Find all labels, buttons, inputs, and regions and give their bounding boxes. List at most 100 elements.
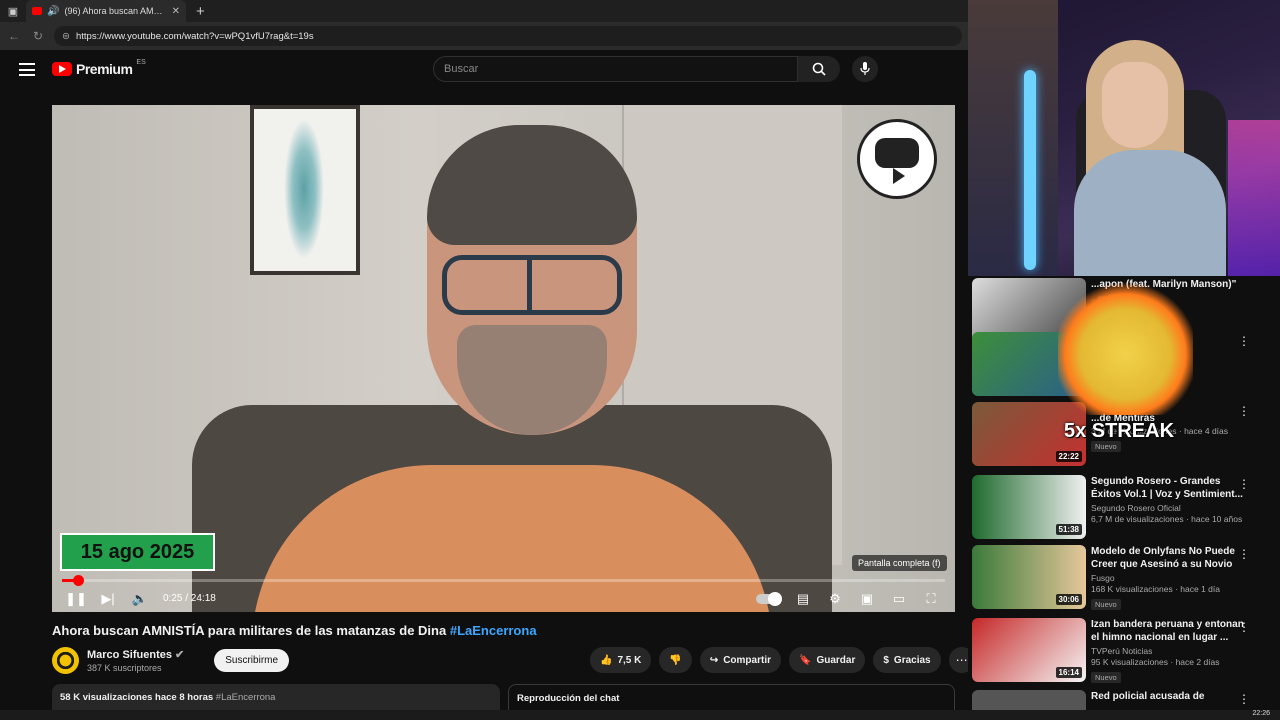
thumbs-down-icon: 👎 — [669, 654, 682, 666]
dislike-button[interactable]: 👎 — [659, 647, 692, 673]
channel-watermark-robot-icon[interactable] — [857, 119, 937, 199]
related-title: Modelo de Onlyfans No Puede Creer que As… — [1091, 546, 1235, 570]
views-time: 58 K visualizaciones hace 8 horas — [60, 692, 214, 703]
close-tab-icon[interactable]: ✕ — [172, 6, 180, 17]
related-meta: 95 K visualizaciones · hace 2 días — [1091, 657, 1220, 667]
related-meta: 168 K visualizaciones · hace 1 día — [1091, 584, 1220, 594]
more-options-icon[interactable]: ⋮ — [1238, 477, 1250, 491]
browser-tab-active[interactable]: 🔊 (96) Ahora buscan AMNISTÍA ✕ — [26, 0, 186, 22]
related-video[interactable]: 51:38 Segundo Rosero - Grandes Éxitos Vo… — [972, 475, 1272, 541]
video-thumbnail[interactable]: 30:06 — [972, 545, 1086, 609]
fullscreen-icon[interactable]: ⛶ — [922, 591, 940, 607]
reload-icon[interactable]: ↻ — [30, 29, 46, 43]
browser-tabbar: ▣ 🔊 (96) Ahora buscan AMNISTÍA ✕ + — [0, 0, 968, 22]
date-overlay: 15 ago 2025 — [60, 533, 215, 571]
rgb-lights — [1228, 120, 1280, 276]
window-menu-icon[interactable]: ▣ — [0, 0, 26, 22]
video-title-hashtag[interactable]: #LaEncerrona — [450, 623, 537, 638]
like-button[interactable]: 👍 7,5 K — [590, 647, 652, 673]
channel-owner: Marco Sifuentes ✔ 387 K suscriptores Sus… — [52, 646, 290, 674]
address-bar-row: ← ↻ ⊜ https://www.youtube.com/watch?v=wP… — [0, 22, 968, 50]
progress-bar[interactable] — [62, 575, 945, 586]
thumbs-up-icon: 👍 — [600, 654, 613, 666]
theater-mode-icon[interactable]: ▭ — [890, 591, 908, 607]
streamer-shirt — [1074, 150, 1226, 276]
duration-badge: 51:38 — [1055, 524, 1082, 535]
search-input[interactable]: Buscar — [433, 56, 798, 82]
video-thumbnail[interactable]: 16:14 — [972, 618, 1086, 682]
thanks-button[interactable]: $ Gracias — [873, 647, 941, 673]
new-tab-button[interactable]: + — [186, 3, 215, 20]
description-hashtag[interactable]: #LaEncerrona — [216, 692, 276, 703]
url-field[interactable]: ⊜ https://www.youtube.com/watch?v=wPQ1vf… — [54, 26, 962, 46]
back-icon[interactable]: ← — [6, 29, 22, 43]
new-badge: Nuevo — [1091, 599, 1121, 610]
search-button[interactable] — [798, 56, 840, 82]
microphone-icon — [860, 62, 870, 75]
background-shelf — [968, 0, 1058, 276]
tab-title: (96) Ahora buscan AMNISTÍA — [64, 6, 166, 16]
video-player[interactable]: 15 ago 2025 Pantalla completa (f) ❚❚ ▶| … — [52, 105, 955, 612]
neon-light — [1024, 70, 1036, 270]
more-options-icon[interactable]: ⋮ — [1238, 620, 1250, 634]
video-title: Ahora buscan AMNISTÍA para militares de … — [52, 623, 537, 638]
next-icon[interactable]: ▶| — [99, 591, 117, 607]
channel-avatar[interactable] — [52, 646, 79, 674]
youtube-logo[interactable]: Premium ES — [52, 59, 146, 77]
volume-icon[interactable]: 🔈 — [131, 591, 149, 607]
related-channel: Fusgo — [1091, 573, 1115, 583]
related-title: Red policial acusada de — [1091, 691, 1205, 702]
speaker-icon[interactable]: 🔊 — [47, 6, 59, 17]
video-actions: 👍 7,5 K 👎 ↪ Compartir 🔖 Guardar $ Gracias ⋯ — [590, 647, 975, 673]
youtube-header: Premium ES Buscar — [0, 50, 968, 90]
related-video[interactable]: 16:14 Izan bandera peruana y entonan el … — [972, 618, 1272, 684]
duration-badge: 16:14 — [1055, 667, 1082, 678]
logo-text: Premium — [76, 61, 133, 77]
more-options-icon[interactable]: ⋮ — [1238, 547, 1250, 561]
url-text: https://www.youtube.com/watch?v=wPQ1vfU7… — [75, 30, 314, 42]
more-options-icon[interactable]: ⋮ — [1238, 404, 1250, 418]
wall-painting — [250, 105, 360, 275]
related-title: Segundo Rosero - Grandes Éxitos Vol.1 | … — [1091, 476, 1243, 500]
streak-text: 5x STREAK — [1064, 420, 1175, 442]
settings-gear-icon[interactable]: ⚙ — [826, 591, 844, 607]
fire-dog-icon — [1058, 280, 1193, 415]
site-info-icon[interactable]: ⊜ — [62, 31, 70, 42]
streak-overlay: 5x STREAK — [1058, 280, 1193, 442]
related-title: Izan bandera peruana y entonan el himno … — [1091, 619, 1244, 643]
pause-icon[interactable]: ❚❚ — [65, 591, 87, 607]
channel-name[interactable]: Marco Sifuentes ✔ — [87, 648, 184, 661]
video-thumbnail[interactable] — [972, 690, 1086, 710]
thanks-icon: $ — [883, 654, 889, 666]
description-box[interactable]: 58 K visualizaciones hace 8 horas #LaEnc… — [52, 684, 500, 710]
duration-badge: 30:06 — [1055, 594, 1082, 605]
video-title-text: Ahora buscan AMNISTÍA para militares de … — [52, 623, 447, 638]
more-options-icon[interactable]: ⋮ — [1238, 334, 1250, 348]
related-video[interactable]: 30:06 Modelo de Onlyfans No Puede Creer … — [972, 545, 1272, 611]
share-icon: ↪ — [709, 654, 719, 666]
related-channel: TVPerú Noticias — [1091, 646, 1153, 656]
youtube-play-icon — [52, 62, 72, 76]
more-options-icon[interactable]: ⋮ — [1238, 692, 1250, 706]
subtitles-icon[interactable]: ▤ — [794, 591, 812, 607]
subscribe-button[interactable]: Suscribirme — [214, 648, 290, 672]
voice-search-button[interactable] — [852, 56, 878, 82]
presenter-hair — [427, 125, 637, 245]
presenter-glasses — [442, 255, 622, 315]
video-thumbnail[interactable]: 51:38 — [972, 475, 1086, 539]
menu-icon[interactable] — [19, 63, 35, 76]
player-controls: ❚❚ ▶| 🔈 0:25 / 24:18 ▤ ⚙ ▣ ▭ ⛶ — [52, 585, 955, 612]
streamer-webcam — [968, 0, 1280, 276]
miniplayer-icon[interactable]: ▣ — [858, 591, 876, 607]
duration-badge: 22:22 — [1055, 451, 1082, 462]
related-video[interactable]: Red policial acusada de ⋮ — [972, 690, 1272, 710]
fullscreen-tooltip: Pantalla completa (f) — [852, 555, 947, 571]
autoplay-toggle[interactable] — [756, 591, 782, 606]
subscriber-count: 387 K suscriptores — [87, 662, 162, 673]
related-meta: 6,7 M de visualizaciones · hace 10 años — [1091, 514, 1243, 524]
os-taskbar: 22:26 — [0, 710, 1280, 720]
chat-replay-header[interactable]: Reproducción del chat — [508, 684, 955, 710]
save-button[interactable]: 🔖 Guardar — [789, 647, 866, 673]
related-channel: Segundo Rosero Oficial — [1091, 503, 1181, 513]
share-button[interactable]: ↪ Compartir — [699, 647, 781, 673]
